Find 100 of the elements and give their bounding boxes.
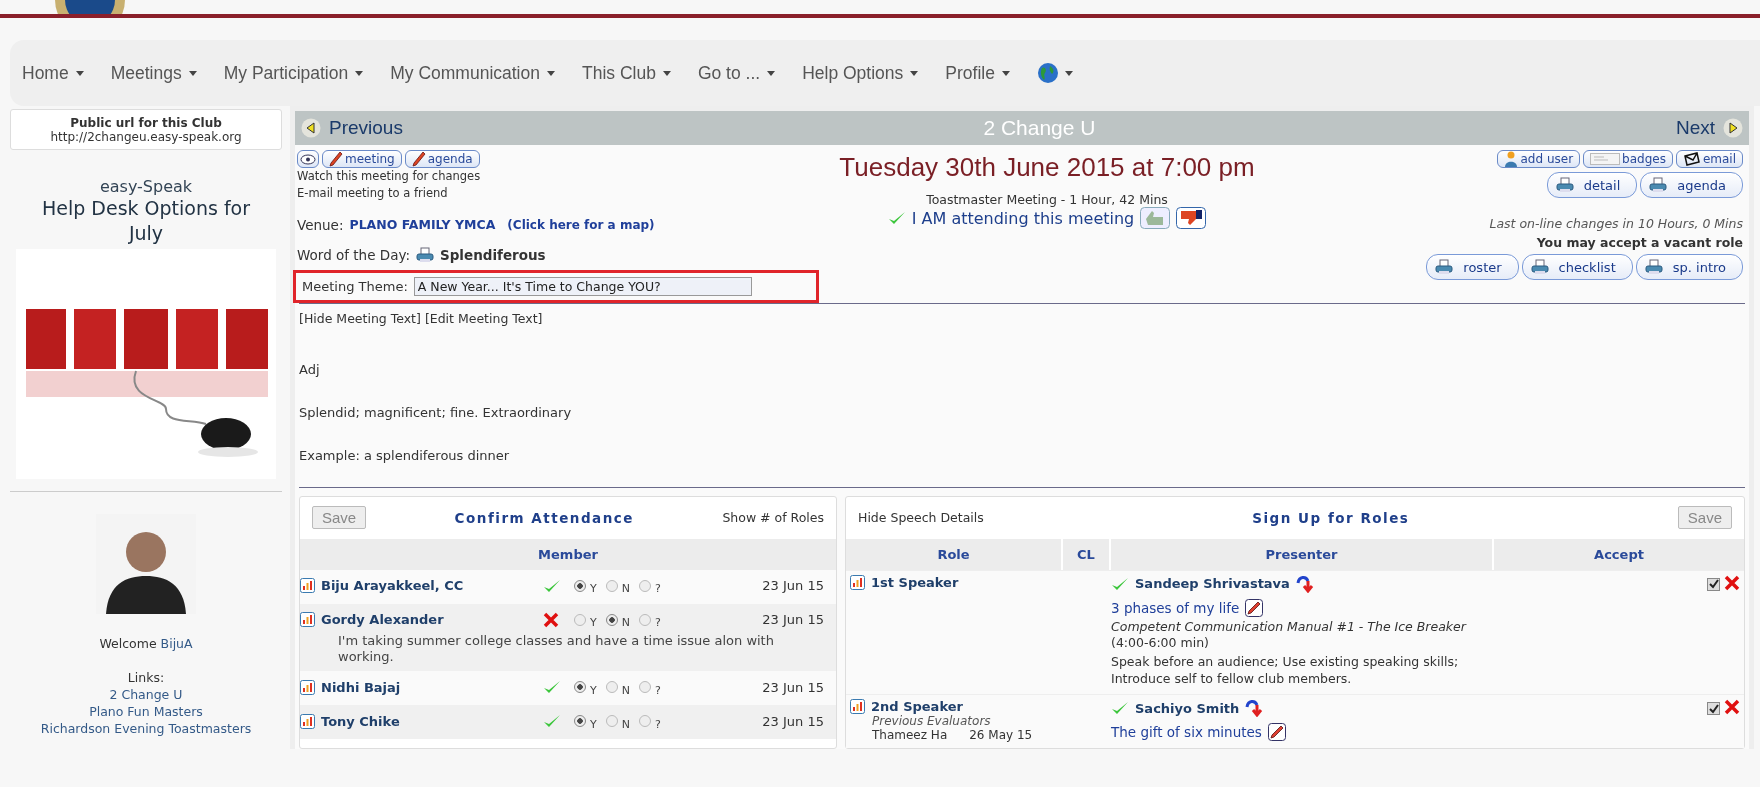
nav-menu[interactable]: Profile [945, 62, 1010, 84]
accept-checkbox[interactable] [1707, 702, 1720, 715]
print-button[interactable]: detail [1546, 172, 1638, 198]
presenter-name[interactable]: Sandeep Shrivastava [1135, 576, 1290, 591]
radio-label: N [621, 616, 630, 629]
edit-icon[interactable] [1245, 598, 1264, 617]
radio-button[interactable] [574, 613, 586, 626]
nav-menu[interactable]: My Communication [390, 62, 555, 84]
nav-menu[interactable]: Go to ... [697, 62, 776, 84]
tool-button[interactable]: email [1675, 150, 1743, 168]
email-link[interactable]: E-mail meeting to a friend [297, 185, 817, 203]
venue-label: Venue: [297, 216, 344, 233]
response-date: 23 Jun 15 [762, 578, 824, 593]
response-date: 23 Jun 15 [762, 612, 824, 627]
speech-title[interactable]: The gift of six minutes [1111, 724, 1262, 740]
url-title: Public url for this Club [70, 116, 222, 130]
attending-status: I AM attending this meeting [911, 208, 1135, 228]
member-name[interactable]: Tony Chike [321, 713, 539, 729]
thumbs-down-icon[interactable] [1176, 207, 1207, 229]
meeting-text-link[interactable]: [Edit Meeting Text] [424, 310, 543, 326]
map-link[interactable]: (Click here for a map) [507, 217, 655, 232]
column-header: Presenter [1111, 538, 1492, 570]
tool-button[interactable]: badges [1583, 150, 1673, 168]
radio-button[interactable] [605, 715, 618, 728]
radio-button[interactable] [638, 579, 651, 592]
role-name[interactable]: 2nd Speaker [871, 699, 963, 714]
radio-button[interactable] [638, 613, 651, 626]
radio-button[interactable] [638, 681, 651, 694]
print-button[interactable]: sp. intro [1635, 254, 1743, 280]
bar-chart-icon[interactable] [300, 713, 315, 729]
radio-button[interactable] [605, 613, 618, 626]
print-button[interactable]: checklist [1521, 254, 1633, 280]
theme-label: Meeting Theme: [302, 278, 408, 294]
nav-menu[interactable]: Help Options [802, 62, 919, 84]
edit-icon[interactable] [1267, 723, 1286, 741]
nav-menu[interactable]: Home [22, 62, 84, 84]
radio-label: N [621, 717, 630, 731]
show-roles-link[interactable]: Show # of Roles [722, 510, 824, 525]
printer-icon [1530, 259, 1549, 275]
print-button[interactable]: agenda [1640, 172, 1743, 198]
word-of-day: Splendiferous [439, 246, 546, 263]
help-desk-title[interactable]: Help Desk Options for July [26, 196, 266, 246]
accept-checkbox[interactable] [1707, 577, 1720, 591]
meeting-text-link[interactable]: [Hide Meeting Text] [299, 310, 421, 326]
bar-chart-icon[interactable] [300, 679, 315, 695]
club-link[interactable]: 2 Change U [109, 687, 183, 704]
bar-chart-icon[interactable] [300, 578, 315, 593]
thumbs-up-icon[interactable] [1140, 207, 1171, 229]
globe-icon [1036, 62, 1059, 84]
watch-link[interactable]: Watch this meeting for changes [297, 168, 817, 186]
edit-button[interactable]: agenda [404, 150, 480, 168]
speech-title[interactable]: 3 phases of my life [1111, 599, 1240, 616]
swap-arrow-icon[interactable] [1245, 699, 1264, 717]
envelope-icon [1682, 152, 1701, 166]
swap-arrow-icon[interactable] [1295, 574, 1314, 593]
club-link[interactable]: Richardson Evening Toastmasters [40, 720, 252, 738]
print-button[interactable]: roster [1426, 254, 1519, 280]
bar-chart-icon[interactable] [850, 574, 865, 590]
bar-chart-icon[interactable] [300, 612, 315, 627]
nav-menu[interactable]: My Participation [223, 62, 364, 84]
close-icon[interactable] [1724, 574, 1740, 591]
edit-button[interactable]: meeting [322, 150, 402, 168]
member-name[interactable]: Nidhi Bajaj [321, 679, 539, 695]
meeting-subtitle: Toastmaster Meeting - 1 Hour, 42 Mins [926, 192, 1168, 207]
bar-chart-icon[interactable] [850, 699, 865, 714]
column-header: Role [846, 538, 1061, 570]
radio-label: ? [654, 717, 661, 731]
venue-link[interactable]: PLANO FAMILY YMCA [349, 217, 496, 232]
column-header: Accept [1494, 538, 1744, 570]
next-link[interactable]: Next [1675, 117, 1743, 139]
role-name[interactable]: 1st Speaker [871, 574, 959, 590]
watch-button[interactable] [297, 150, 319, 168]
radio-label: N [621, 582, 630, 595]
presenter-name[interactable]: Sachiyo Smith [1135, 700, 1240, 716]
radio-button[interactable] [605, 579, 618, 592]
tool-button[interactable]: add user [1497, 150, 1581, 168]
club-url[interactable]: http://2changeu.easy-speak.org [50, 130, 242, 144]
hide-details-link[interactable]: Hide Speech Details [858, 510, 984, 525]
member-name[interactable]: Biju Arayakkeel, CC [321, 578, 539, 593]
eye-icon [300, 153, 316, 165]
radio-button[interactable] [638, 715, 651, 728]
close-icon[interactable] [1724, 699, 1740, 715]
nav-menu[interactable]: This Club [582, 62, 671, 84]
arrow-right-icon [1723, 118, 1743, 138]
links-label: Links: [127, 670, 165, 688]
globe-menu[interactable] [1036, 62, 1073, 84]
radio-button[interactable] [605, 681, 618, 694]
column-header: CL [1063, 538, 1109, 570]
member-note: I'm taking summer college classes and have a time issue alon with working. [338, 632, 775, 667]
radio-label: N [621, 683, 630, 697]
member-name[interactable]: Gordy Alexander [321, 612, 539, 627]
radio-button[interactable] [574, 579, 586, 592]
club-link[interactable]: Plano Fun Masters [89, 704, 203, 721]
radio-button[interactable] [574, 681, 586, 694]
previous-link[interactable]: Previous [301, 117, 403, 139]
nav-menu[interactable]: Meetings [110, 62, 197, 84]
speech-objectives: Speak before an audience; Use existing speaking skills; Introduce self to fellow club members. [1111, 654, 1460, 688]
club-name: 2 Change U [983, 116, 1096, 140]
radio-button[interactable] [574, 715, 586, 728]
theme-field[interactable]: A New Year... It's Time to Change YOU? [413, 276, 752, 296]
